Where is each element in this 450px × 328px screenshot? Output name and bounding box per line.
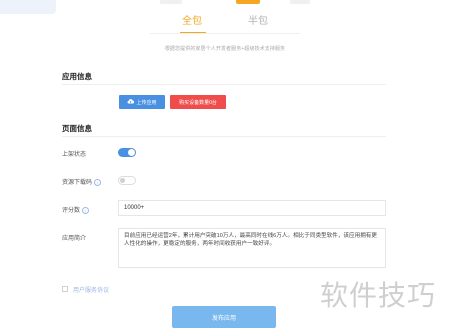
rating-label: 评分数 bbox=[62, 208, 81, 214]
launch-status-label: 上架状态 bbox=[62, 152, 87, 158]
rating-value: 10000+ bbox=[124, 205, 145, 211]
section-title-page-info: 页面信息 bbox=[62, 124, 92, 133]
agreement-checkbox[interactable] bbox=[62, 286, 68, 292]
device-quantity-label: 购买设备数量0台 bbox=[179, 99, 217, 106]
toggle-knob bbox=[128, 149, 135, 156]
resource-download-label: 资源下载码 bbox=[62, 180, 93, 186]
publish-app-label: 发布应用 bbox=[211, 315, 236, 322]
tab-half[interactable]: 半包 bbox=[248, 12, 268, 32]
corner-logo bbox=[0, 0, 56, 14]
resource-download-row: 资源下载码 i bbox=[62, 177, 102, 186]
package-note: 根据您提供的家居个人开发者服务+超级技术支持服务 bbox=[164, 46, 286, 52]
upload-app-label: 上传应用 bbox=[136, 99, 157, 106]
top-nav-item[interactable] bbox=[160, 0, 182, 4]
rating-row: 评分数 i bbox=[62, 205, 90, 214]
resource-download-toggle[interactable] bbox=[118, 176, 136, 185]
launch-status-toggle[interactable] bbox=[118, 148, 136, 157]
top-nav-item[interactable] bbox=[290, 0, 310, 4]
tab-full[interactable]: 全包 bbox=[182, 12, 202, 32]
tab-active-indicator bbox=[180, 32, 206, 33]
intro-label: 应用简介 bbox=[62, 236, 87, 242]
tabs-divider bbox=[150, 33, 300, 34]
top-nav-item-active[interactable] bbox=[236, 0, 260, 4]
device-quantity-button[interactable]: 购买设备数量0台 bbox=[170, 95, 226, 109]
toggle-knob bbox=[120, 178, 125, 183]
watermark: 软件技巧 bbox=[320, 279, 437, 312]
divider bbox=[62, 84, 386, 85]
package-tabs: 全包 半包 bbox=[150, 12, 300, 32]
info-circle-icon[interactable]: i bbox=[82, 206, 90, 214]
upload-app-button[interactable]: 上传应用 bbox=[119, 95, 165, 109]
divider bbox=[62, 136, 386, 137]
intro-textarea[interactable]: 目前应用已经运营2年，累计用户突破10万人，最高同时在线6万人。相比于同类型软件… bbox=[118, 228, 386, 268]
section-title-app-info: 应用信息 bbox=[62, 72, 92, 81]
cloud-upload-icon bbox=[127, 98, 135, 106]
info-circle-icon[interactable]: i bbox=[94, 178, 102, 186]
agreement-link[interactable]: 用户服务协议 bbox=[73, 285, 109, 294]
intro-text: 目前应用已经运营2年，累计用户突破10万人，最高同时在线6万人。相比于同类型软件… bbox=[124, 233, 377, 247]
rating-input[interactable]: 10000+ bbox=[118, 200, 386, 216]
